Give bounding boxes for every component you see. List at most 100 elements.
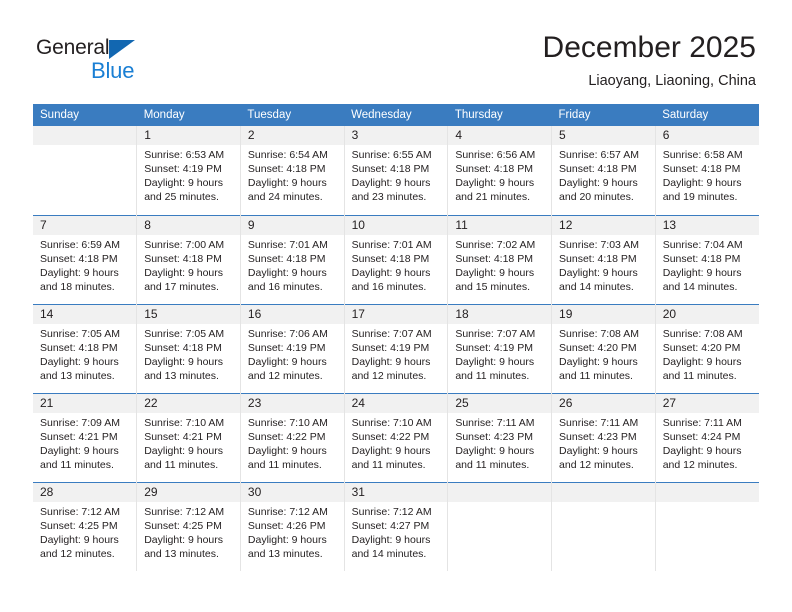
day-details: Sunrise: 7:07 AM Sunset: 4:19 PM Daylight:… — [345, 324, 448, 383]
day-detail-line: Sunrise: 7:07 AM — [351, 327, 432, 340]
day-detail-line: and 12 minutes. — [559, 458, 634, 471]
day-cell-inner: 29 Sunrise: 7:12 AM Sunset: 4:25 PM Dayligh… — [137, 482, 240, 572]
day-detail-line: Daylight: 9 hours — [559, 355, 638, 368]
calendar-day-cell[interactable]: 15 Sunrise: 7:05 AM Sunset: 4:18 PM Dayligh… — [136, 303, 241, 393]
calendar-day-cell[interactable]: 4 Sunrise: 6:56 AM Sunset: 4:18 PM Daylight… — [447, 126, 552, 215]
day-detail-line: and 11 minutes. — [351, 458, 426, 471]
day-details: Sunrise: 7:09 AM Sunset: 4:21 PM Daylight:… — [33, 413, 136, 472]
day-detail-line: Sunset: 4:19 PM — [247, 341, 326, 354]
day-cell-inner — [33, 126, 137, 215]
day-detail-line: Sunrise: 6:53 AM — [144, 149, 225, 161]
day-detail-line: Daylight: 9 hours — [351, 355, 431, 368]
calendar-day-cell[interactable]: 13 Sunrise: 7:04 AM Sunset: 4:18 PM Dayligh… — [654, 214, 759, 304]
day-detail-line: and 11 minutes. — [144, 458, 219, 471]
calendar-day-cell[interactable]: 29 Sunrise: 7:12 AM Sunset: 4:25 PM Dayligh… — [136, 481, 241, 572]
day-detail-line: Sunrise: 7:02 AM — [455, 238, 536, 251]
calendar-day-cell[interactable]: 25 Sunrise: 7:11 AM Sunset: 4:23 PM Dayligh… — [447, 392, 552, 482]
calendar-week-row: 1 Sunrise: 6:53 AM Sunset: 4:19 PM Daylight… — [33, 126, 759, 215]
calendar-day-cell[interactable]: 26 Sunrise: 7:11 AM Sunset: 4:23 PM Dayligh… — [551, 392, 656, 482]
day-cell-inner: 24 Sunrise: 7:10 AM Sunset: 4:22 PM Dayligh… — [344, 393, 448, 482]
day-detail-line: Daylight: 9 hours — [662, 177, 742, 189]
day-details: Sunrise: 6:56 AM Sunset: 4:18 PM Daylight:… — [448, 145, 551, 204]
day-detail-line: and 12 minutes. — [247, 369, 323, 382]
day-details: Sunrise: 7:08 AM Sunset: 4:20 PM Daylight:… — [552, 324, 655, 383]
day-detail-line: Sunset: 4:18 PM — [40, 252, 118, 265]
day-detail-line: Sunrise: 7:00 AM — [144, 238, 225, 251]
day-detail-line: Sunset: 4:19 PM — [455, 341, 533, 354]
day-number: 8 — [137, 215, 240, 235]
weekday-header-tuesday: Tuesday — [240, 104, 345, 126]
calendar-day-cell[interactable]: 6 Sunrise: 6:58 AM Sunset: 4:18 PM Daylight… — [654, 126, 759, 215]
calendar-day-cell[interactable]: 5 Sunrise: 6:57 AM Sunset: 4:18 PM Daylight… — [551, 126, 656, 215]
calendar-day-cell[interactable]: 12 Sunrise: 7:03 AM Sunset: 4:18 PM Dayligh… — [551, 214, 656, 304]
day-detail-line: Sunrise: 7:07 AM — [455, 327, 536, 340]
calendar-day-cell[interactable]: 10 Sunrise: 7:01 AM Sunset: 4:18 PM Dayligh… — [343, 214, 448, 304]
general-blue-logo[interactable]: General Blue — [36, 36, 216, 88]
day-detail-line: Sunset: 4:18 PM — [559, 252, 637, 265]
day-number: 10 — [344, 215, 448, 235]
day-number: 17 — [344, 304, 448, 324]
calendar-day-cell[interactable]: 1 Sunrise: 6:53 AM Sunset: 4:19 PM Daylight… — [136, 126, 241, 215]
day-cell-inner: 1 Sunrise: 6:53 AM Sunset: 4:19 PM Daylight… — [137, 126, 240, 215]
day-detail-line: Sunset: 4:21 PM — [144, 430, 222, 443]
calendar-day-cell[interactable]: 20 Sunrise: 7:08 AM Sunset: 4:20 PM Dayligh… — [654, 303, 759, 393]
day-details: Sunrise: 7:01 AM Sunset: 4:18 PM Daylight:… — [241, 235, 344, 294]
day-detail-line: Daylight: 9 hours — [351, 533, 431, 546]
day-detail-line: Sunset: 4:18 PM — [247, 163, 326, 175]
day-detail-line: Daylight: 9 hours — [40, 355, 119, 368]
day-detail-line: and 13 minutes. — [144, 369, 219, 382]
calendar-day-cell[interactable]: 16 Sunrise: 7:06 AM Sunset: 4:19 PM Dayligh… — [239, 303, 345, 393]
day-detail-line: Sunrise: 7:05 AM — [40, 327, 120, 340]
day-detail-line: Sunrise: 7:12 AM — [40, 505, 120, 518]
calendar-day-cell[interactable]: 22 Sunrise: 7:10 AM Sunset: 4:21 PM Dayligh… — [136, 392, 241, 482]
day-detail-line: Daylight: 9 hours — [144, 533, 223, 546]
day-detail-line: Sunrise: 7:05 AM — [144, 327, 225, 340]
day-detail-line: Sunset: 4:20 PM — [559, 341, 637, 354]
day-detail-line: Sunset: 4:18 PM — [559, 163, 637, 175]
calendar-day-cell[interactable]: 9 Sunrise: 7:01 AM Sunset: 4:18 PM Daylight… — [239, 214, 345, 304]
day-details: Sunrise: 7:00 AM Sunset: 4:18 PM Daylight:… — [137, 235, 240, 294]
day-detail-line: and 20 minutes. — [559, 191, 634, 203]
day-detail-line: and 13 minutes. — [40, 369, 115, 382]
day-cell-inner: 11 Sunrise: 7:02 AM Sunset: 4:18 PM Dayligh… — [448, 215, 552, 304]
calendar-day-cell[interactable]: 3 Sunrise: 6:55 AM Sunset: 4:18 PM Daylight… — [343, 126, 448, 215]
calendar-day-cell[interactable]: 11 Sunrise: 7:02 AM Sunset: 4:18 PM Dayligh… — [447, 214, 552, 304]
day-detail-line: Daylight: 9 hours — [351, 177, 431, 189]
weekday-header-row: Sunday Monday Tuesday Wednesday Thursday Frid… — [33, 104, 759, 126]
calendar-day-cell[interactable]: 24 Sunrise: 7:10 AM Sunset: 4:22 PM Dayligh… — [343, 392, 448, 482]
day-detail-line: Sunrise: 7:03 AM — [559, 238, 639, 251]
calendar-day-cell[interactable]: 28 Sunrise: 7:12 AM Sunset: 4:25 PM Dayligh… — [33, 481, 137, 571]
day-detail-line: Sunrise: 7:01 AM — [351, 238, 432, 251]
day-details: Sunrise: 7:10 AM Sunset: 4:21 PM Daylight:… — [137, 413, 240, 472]
day-detail-line: Sunrise: 7:09 AM — [40, 416, 120, 429]
calendar-day-cell[interactable]: 18 Sunrise: 7:07 AM Sunset: 4:19 PM Dayligh… — [447, 303, 552, 393]
calendar-day-cell[interactable]: 23 Sunrise: 7:10 AM Sunset: 4:22 PM Dayligh… — [239, 392, 345, 482]
calendar-day-cell[interactable]: 14 Sunrise: 7:05 AM Sunset: 4:18 PM Dayligh… — [33, 303, 137, 393]
calendar-day-cell[interactable]: 31 Sunrise: 7:12 AM Sunset: 4:27 PM Dayligh… — [343, 481, 448, 571]
calendar-day-cell[interactable]: 8 Sunrise: 7:00 AM Sunset: 4:18 PM Daylight… — [136, 214, 241, 304]
day-detail-line: and 25 minutes. — [144, 191, 219, 203]
day-details: Sunrise: 7:05 AM Sunset: 4:18 PM Daylight:… — [33, 324, 136, 383]
calendar-day-cell[interactable]: 27 Sunrise: 7:11 AM Sunset: 4:24 PM Dayligh… — [654, 392, 759, 482]
calendar-day-cell[interactable]: 17 Sunrise: 7:07 AM Sunset: 4:19 PM Dayligh… — [343, 303, 448, 393]
calendar-day-cell[interactable]: 19 Sunrise: 7:08 AM Sunset: 4:20 PM Dayligh… — [551, 303, 656, 393]
day-details: Sunrise: 7:10 AM Sunset: 4:22 PM Daylight:… — [345, 413, 448, 472]
day-detail-line: and 14 minutes. — [559, 280, 634, 293]
day-detail-line: Sunrise: 7:10 AM — [247, 416, 328, 429]
calendar-day-cell-empty — [33, 126, 137, 215]
day-number — [552, 482, 655, 502]
day-cell-inner — [552, 482, 655, 572]
day-detail-line: Sunset: 4:18 PM — [662, 163, 741, 175]
day-details — [656, 502, 759, 505]
day-number: 6 — [655, 126, 759, 145]
day-detail-line: Sunset: 4:18 PM — [247, 252, 326, 265]
calendar-day-cell[interactable]: 2 Sunrise: 6:54 AM Sunset: 4:18 PM Daylight… — [239, 126, 345, 215]
calendar-day-cell[interactable]: 30 Sunrise: 7:12 AM Sunset: 4:26 PM Dayligh… — [239, 481, 345, 571]
calendar-day-cell[interactable]: 7 Sunrise: 6:59 AM Sunset: 4:18 PM Daylight… — [33, 214, 137, 304]
day-number: 27 — [655, 393, 759, 413]
weekday-header-saturday: Saturday — [655, 104, 759, 126]
day-cell-inner: 14 Sunrise: 7:05 AM Sunset: 4:18 PM Dayligh… — [33, 304, 137, 393]
calendar-day-cell[interactable]: 21 Sunrise: 7:09 AM Sunset: 4:21 PM Dayligh… — [33, 392, 137, 482]
day-detail-line: Sunset: 4:25 PM — [144, 519, 222, 532]
weekday-header-monday: Monday — [136, 104, 241, 126]
